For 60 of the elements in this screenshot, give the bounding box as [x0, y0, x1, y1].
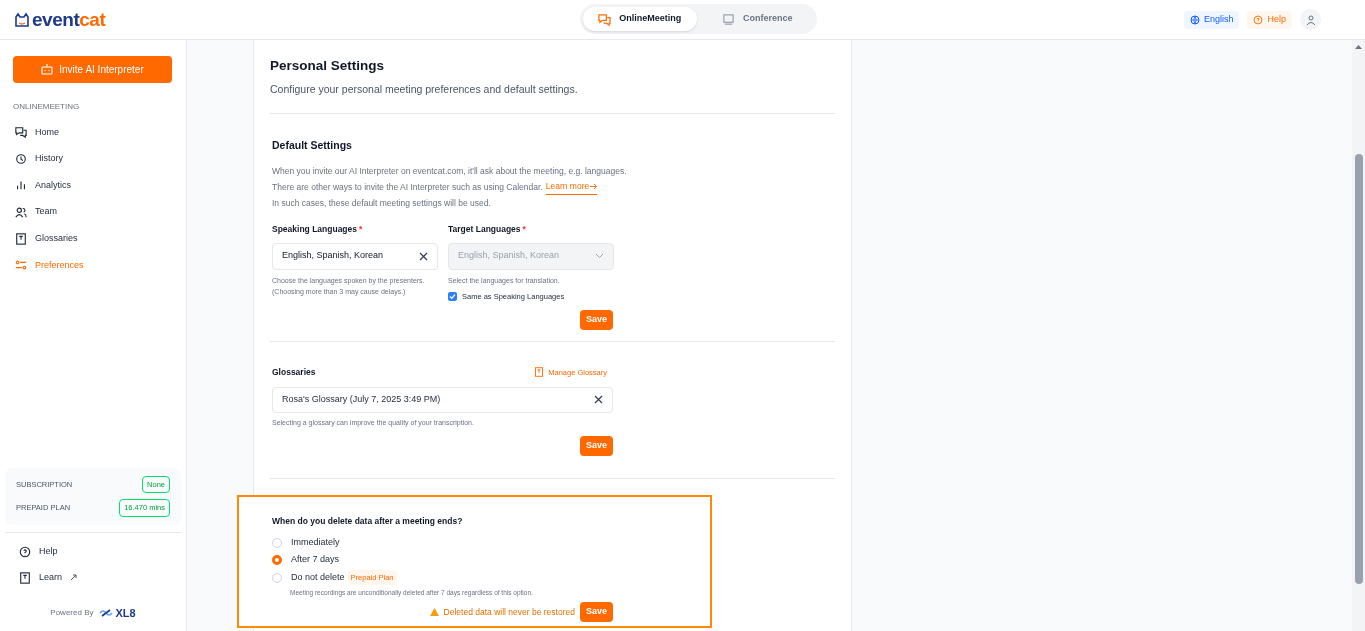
- section-label: ONLINEMEETING: [13, 101, 81, 113]
- warning-text: Deleted data will never be restored: [443, 605, 575, 619]
- sliders-icon: [15, 259, 27, 272]
- book-icon: [15, 232, 27, 245]
- question-circle-icon: [19, 545, 31, 558]
- powered-by-label: Powered By: [50, 606, 94, 619]
- clear-icon[interactable]: [419, 251, 428, 261]
- sidebar-link[interactable]: Help: [19, 538, 167, 565]
- nav-item[interactable]: Team: [13, 198, 173, 226]
- glossary-select[interactable]: Rosa's Glossary (July 7, 2025 3:49 PM): [272, 386, 613, 413]
- question-text: When do you delete data after a meeting ends?: [272, 515, 464, 528]
- user-avatar-button[interactable]: [1300, 9, 1321, 30]
- globe-icon: [1189, 14, 1200, 25]
- radio-option[interactable]: Immediately: [272, 533, 710, 552]
- external-arrow-icon: [70, 574, 78, 581]
- logo-text[interactable]: eventcat: [32, 10, 106, 29]
- field-label: Speaking Languages: [272, 222, 358, 236]
- robot-icon: [41, 64, 54, 75]
- tab[interactable]: OnlineMeeting: [583, 7, 697, 31]
- warning-icon: [429, 608, 439, 616]
- required-mark: *: [522, 222, 526, 236]
- nav-item[interactable]: Glossaries: [13, 225, 173, 252]
- nav-item[interactable]: Analytics: [13, 172, 173, 199]
- page-subtitle: Configure your personal meeting preferences and default settings.: [270, 82, 579, 98]
- cat-logo-icon: [14, 11, 30, 28]
- language-select[interactable]: English, Spanish, Korean: [272, 242, 438, 270]
- question-circle-icon: [1253, 14, 1264, 25]
- scroll-up-icon[interactable]: [1355, 44, 1362, 50]
- required-mark: *: [359, 222, 363, 236]
- people-icon: [15, 206, 27, 219]
- user-icon: [1305, 14, 1316, 25]
- field-label: Target Languages: [448, 222, 521, 236]
- monitor-icon: [722, 12, 735, 26]
- nav-item[interactable]: Home: [13, 119, 173, 146]
- history-icon: [15, 152, 27, 165]
- radio-option[interactable]: After 7 days: [272, 551, 710, 569]
- bar-chart-icon: [15, 179, 27, 192]
- chevron-down-icon: [595, 253, 604, 259]
- radio-option[interactable]: Do not delete: [272, 568, 345, 587]
- intro-text: When you invite our AI Interpreter on eventcat.com, it'll ask about the meeting, e.g. languages.: [272, 164, 628, 178]
- field-label: Glossaries: [272, 365, 316, 379]
- intro-text: In such cases, these default meeting settings will be used.: [272, 196, 492, 210]
- language-button[interactable]: English: [1183, 10, 1240, 29]
- scrollbar[interactable]: [1352, 40, 1365, 631]
- chat-bubbles-icon: [15, 126, 27, 139]
- page-title: Personal Settings: [270, 57, 386, 75]
- brand-name: XL8: [115, 605, 136, 621]
- book-icon: [534, 367, 545, 378]
- checkmark-icon: [449, 292, 456, 300]
- intro-text: There are other ways to invite the AI Interpreter such as using Calendar.: [272, 180, 543, 194]
- tab[interactable]: Conference: [700, 7, 814, 31]
- sidebar-link[interactable]: Learn: [19, 564, 167, 591]
- clear-icon[interactable]: [594, 395, 603, 404]
- section-heading: Default Settings: [272, 138, 353, 153]
- book-icon: [19, 571, 31, 584]
- brand-logo-icon: [99, 608, 114, 617]
- chat-bubbles-icon: [598, 12, 612, 26]
- scrollbar-thumb[interactable]: [1354, 154, 1363, 584]
- nav-item[interactable]: History: [13, 145, 173, 173]
- arrow-right-icon: [590, 182, 598, 190]
